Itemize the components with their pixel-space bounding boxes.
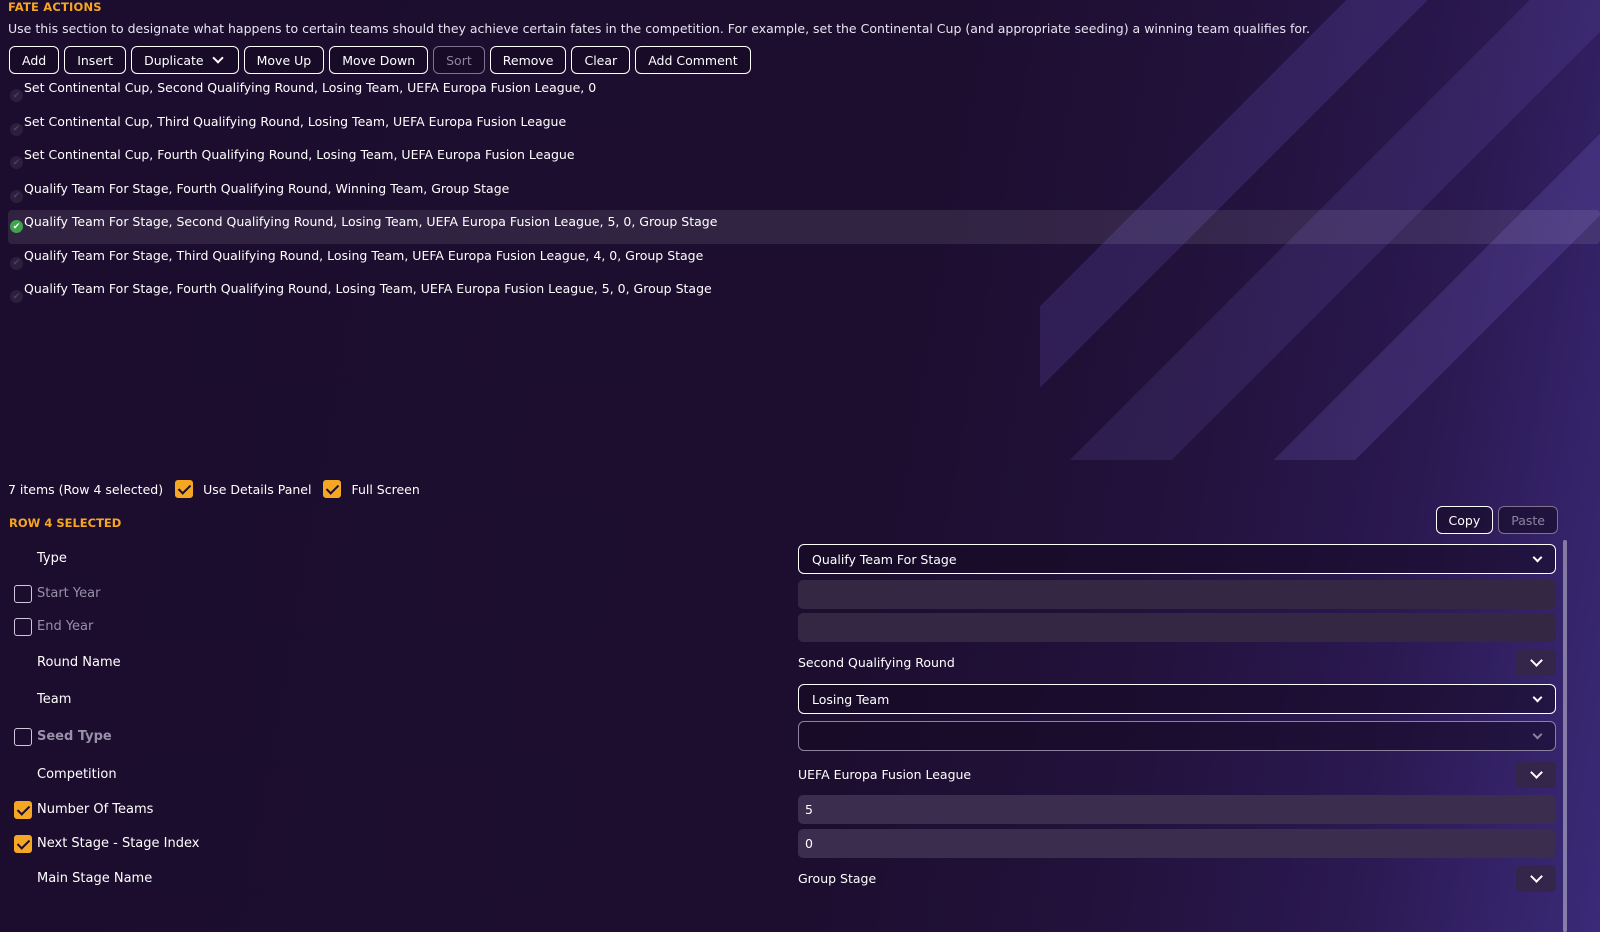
list-item[interactable]: ✔ Set Continental Cup, Third Qualifying … [8,110,1600,144]
list-item[interactable]: ✔ Qualify Team For Stage, Fourth Qualify… [8,177,1600,211]
remove-button[interactable]: Remove [489,46,567,74]
field-main-stage-name: Main Stage Name Group Stage [0,862,1600,896]
list-item-label: Qualify Team For Stage, Fourth Qualifyin… [24,281,712,296]
scrollbar-thumb[interactable] [1563,540,1567,932]
end-year-label: End Year [37,619,94,634]
chevron-down-icon [1532,692,1543,703]
field-team: Team Losing Team [0,683,1600,717]
field-start-year: Start Year [0,577,1600,611]
round-name-value: Second Qualifying Round [798,655,955,670]
field-seed-type: Seed Type [0,720,1600,754]
next-stage-checkbox[interactable] [14,835,32,853]
full-screen-label: Full Screen [351,481,420,497]
list-item[interactable]: ✔ Qualify Team For Stage, Third Qualifyi… [8,244,1600,278]
section-description: Use this section to designate what happe… [8,21,1310,36]
check-icon: ✔ [10,122,23,136]
type-value: Qualify Team For Stage [812,551,957,567]
list-item-label: Set Continental Cup, Fourth Qualifying R… [24,147,575,162]
add-comment-button[interactable]: Add Comment [635,46,751,74]
number-of-teams-input[interactable]: 5 [798,795,1556,824]
competition-dropdown[interactable] [1516,761,1556,788]
field-end-year: End Year [0,610,1600,644]
field-round-name: Round Name Second Qualifying Round [0,646,1600,680]
sort-button[interactable]: Sort [433,46,485,74]
list-item[interactable]: ✔ Set Continental Cup, Fourth Qualifying… [8,143,1600,177]
insert-button[interactable]: Insert [64,46,127,74]
copy-paste-group: Copy Paste [1435,506,1558,534]
round-name-label: Round Name [37,655,121,670]
chevron-down-icon [211,52,224,64]
field-type: Type Qualify Team For Stage [0,542,1600,576]
number-of-teams-checkbox[interactable] [14,801,32,819]
check-icon: ✔ [10,256,23,270]
use-details-panel-checkbox[interactable] [175,480,194,498]
round-name-dropdown[interactable] [1516,649,1556,676]
team-value: Losing Team [812,691,890,707]
add-button[interactable]: Add [9,46,60,74]
team-select[interactable]: Losing Team [798,684,1556,714]
details-header: ROW 4 SELECTED [9,516,122,530]
main-stage-value: Group Stage [798,871,877,886]
type-select[interactable]: Qualify Team For Stage [798,544,1556,574]
start-year-input[interactable] [798,580,1556,609]
check-icon: ✔ [10,189,23,203]
seed-type-checkbox[interactable] [14,728,32,746]
check-icon: ✔ [10,290,23,303]
use-details-panel-label: Use Details Panel [203,481,312,497]
seed-type-select[interactable] [798,721,1556,751]
next-stage-input[interactable]: 0 [798,829,1556,858]
list-item-label: Qualify Team For Stage, Second Qualifyin… [24,214,718,229]
next-stage-label: Next Stage - Stage Index [37,836,200,851]
end-year-checkbox[interactable] [14,618,32,636]
full-screen-checkbox[interactable] [323,480,342,498]
check-icon: ✔ [10,89,23,102]
chevron-down-icon [1532,552,1543,563]
seed-type-label: Seed Type [37,729,112,744]
clear-button[interactable]: Clear [571,46,631,74]
section-title: FATE ACTIONS [8,0,102,14]
field-competition: Competition UEFA Europa Fusion League [0,758,1600,792]
number-of-teams-label: Number Of Teams [37,802,154,817]
copy-button[interactable]: Copy [1435,506,1494,534]
main-stage-dropdown[interactable] [1516,865,1556,892]
list-status-bar: 7 items (Row 4 selected) Use Details Pan… [8,480,420,498]
main-stage-label: Main Stage Name [37,871,153,886]
check-icon: ✔ [10,156,23,169]
check-icon: ✔ [10,220,23,233]
list-item-label: Qualify Team For Stage, Third Qualifying… [24,247,704,263]
chevron-down-icon [1532,729,1543,740]
list-toolbar: Add Insert Duplicate Move Up Move Down S… [9,46,751,74]
item-count: 7 items (Row 4 selected) [8,481,164,497]
list-item-label: Set Continental Cup, Third Qualifying Ro… [24,113,567,129]
list-item[interactable]: ✔ Set Continental Cup, Second Qualifying… [8,76,1600,110]
field-next-stage-index: Next Stage - Stage Index 0 [0,827,1600,861]
fate-actions-list: ✔ Set Continental Cup, Second Qualifying… [8,76,1600,311]
move-up-button[interactable]: Move Up [243,46,325,74]
list-item[interactable]: ✔ Qualify Team For Stage, Fourth Qualify… [8,277,1600,311]
start-year-checkbox[interactable] [14,585,32,603]
type-label: Type [37,551,67,566]
duplicate-button[interactable]: Duplicate [131,46,239,74]
end-year-input[interactable] [798,613,1556,642]
list-item-label: Set Continental Cup, Second Qualifying R… [24,80,597,95]
paste-button[interactable]: Paste [1498,506,1558,534]
start-year-label: Start Year [37,586,101,601]
list-item-label: Qualify Team For Stage, Fourth Qualifyin… [24,180,510,196]
competition-value: UEFA Europa Fusion League [798,767,972,782]
duplicate-label: Duplicate [144,52,204,68]
field-number-of-teams: Number Of Teams 5 [0,793,1600,827]
details-scrollbar[interactable] [1563,540,1567,932]
competition-label: Competition [37,767,117,782]
team-label: Team [37,692,72,707]
move-down-button[interactable]: Move Down [329,46,429,74]
list-item-selected[interactable]: ✔ Qualify Team For Stage, Second Qualify… [8,210,1600,244]
